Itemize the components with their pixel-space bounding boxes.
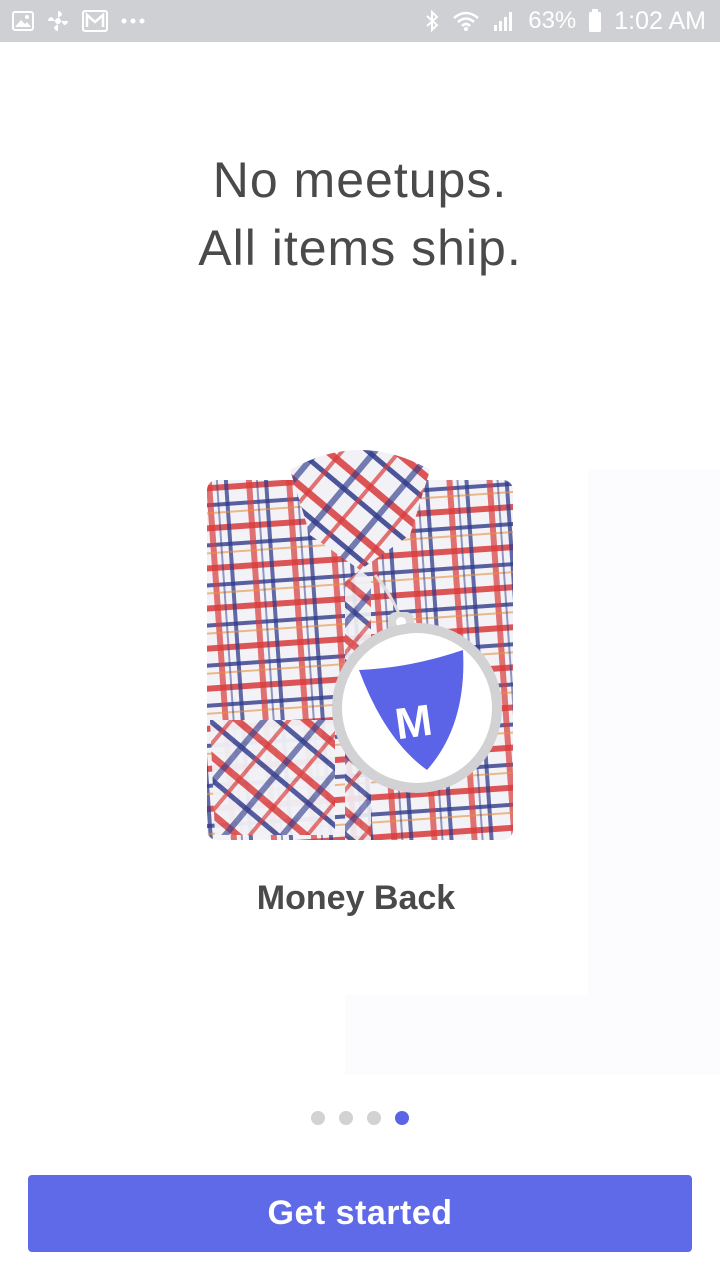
page-dot[interactable] (311, 1111, 325, 1125)
battery-percent: 63% (528, 7, 577, 34)
page-indicator (0, 1111, 720, 1125)
status-bar-right: 63% 1:02 AM (424, 7, 706, 36)
status-bar: 63% 1:02 AM (0, 0, 720, 42)
background-panel (588, 470, 720, 1000)
bluetooth-icon (424, 9, 440, 33)
background-panel (345, 995, 720, 1075)
signal-icon (492, 10, 516, 32)
status-bar-left (12, 9, 146, 33)
get-started-button[interactable]: Get started (28, 1175, 692, 1252)
shirt-with-shield-tag-icon: M (195, 440, 525, 850)
pinwheel-icon (46, 9, 70, 33)
page-dot[interactable] (367, 1111, 381, 1125)
page-dot-active[interactable] (395, 1111, 409, 1125)
gallery-icon (12, 11, 34, 31)
badge-letter: M (392, 696, 435, 750)
more-icon (120, 17, 146, 25)
clock: 1:02 AM (614, 6, 706, 35)
mercari-icon (82, 10, 108, 32)
battery-icon (588, 9, 602, 33)
onboarding-headline: No meetups. All items ship. (0, 146, 720, 282)
page-dot[interactable] (339, 1111, 353, 1125)
wifi-icon (452, 10, 480, 32)
headline-line-2: All items ship. (198, 220, 522, 276)
feature-caption: Money Back (256, 879, 456, 917)
headline-line-1: No meetups. (212, 152, 508, 208)
